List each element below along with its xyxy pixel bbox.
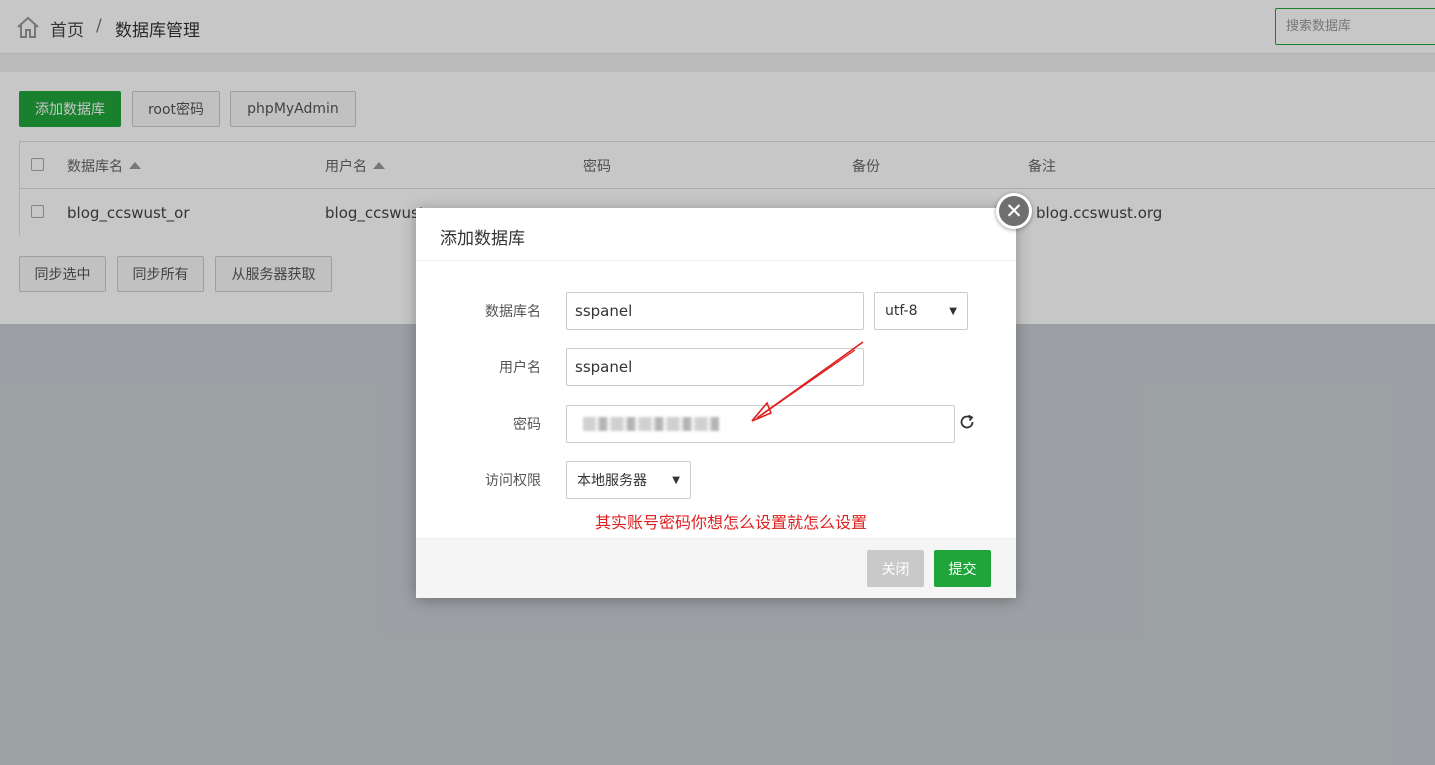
username-label: 用户名 (499, 360, 541, 376)
db-name-input[interactable]: sspanel (566, 292, 864, 330)
password-input[interactable] (566, 405, 955, 443)
charset-select[interactable]: utf-8 ▼ (874, 292, 968, 330)
charset-value: utf-8 (885, 303, 918, 319)
password-label: 密码 (513, 417, 541, 433)
close-button[interactable]: 关闭 (867, 550, 924, 587)
username-input[interactable]: sspanel (566, 348, 864, 386)
refresh-icon[interactable] (958, 413, 976, 431)
access-value: 本地服务器 (577, 473, 647, 489)
chevron-down-icon: ▼ (949, 305, 957, 317)
access-label: 访问权限 (485, 473, 541, 489)
dialog-title: 添加数据库 (416, 208, 1016, 261)
annotation-note: 其实账号密码你想怎么设置就怎么设置 (595, 513, 868, 532)
chevron-down-icon: ▼ (672, 474, 680, 486)
add-database-dialog: 添加数据库 数据库名 sspanel utf-8 ▼ 用户名 sspanel 密… (416, 208, 1016, 598)
db-name-label: 数据库名 (485, 304, 541, 320)
close-icon[interactable]: ✕ (996, 193, 1032, 229)
access-select[interactable]: 本地服务器 ▼ (566, 461, 691, 499)
dialog-footer: 关闭 提交 (416, 538, 1016, 598)
blurred-password (583, 417, 719, 431)
submit-button[interactable]: 提交 (934, 550, 991, 587)
